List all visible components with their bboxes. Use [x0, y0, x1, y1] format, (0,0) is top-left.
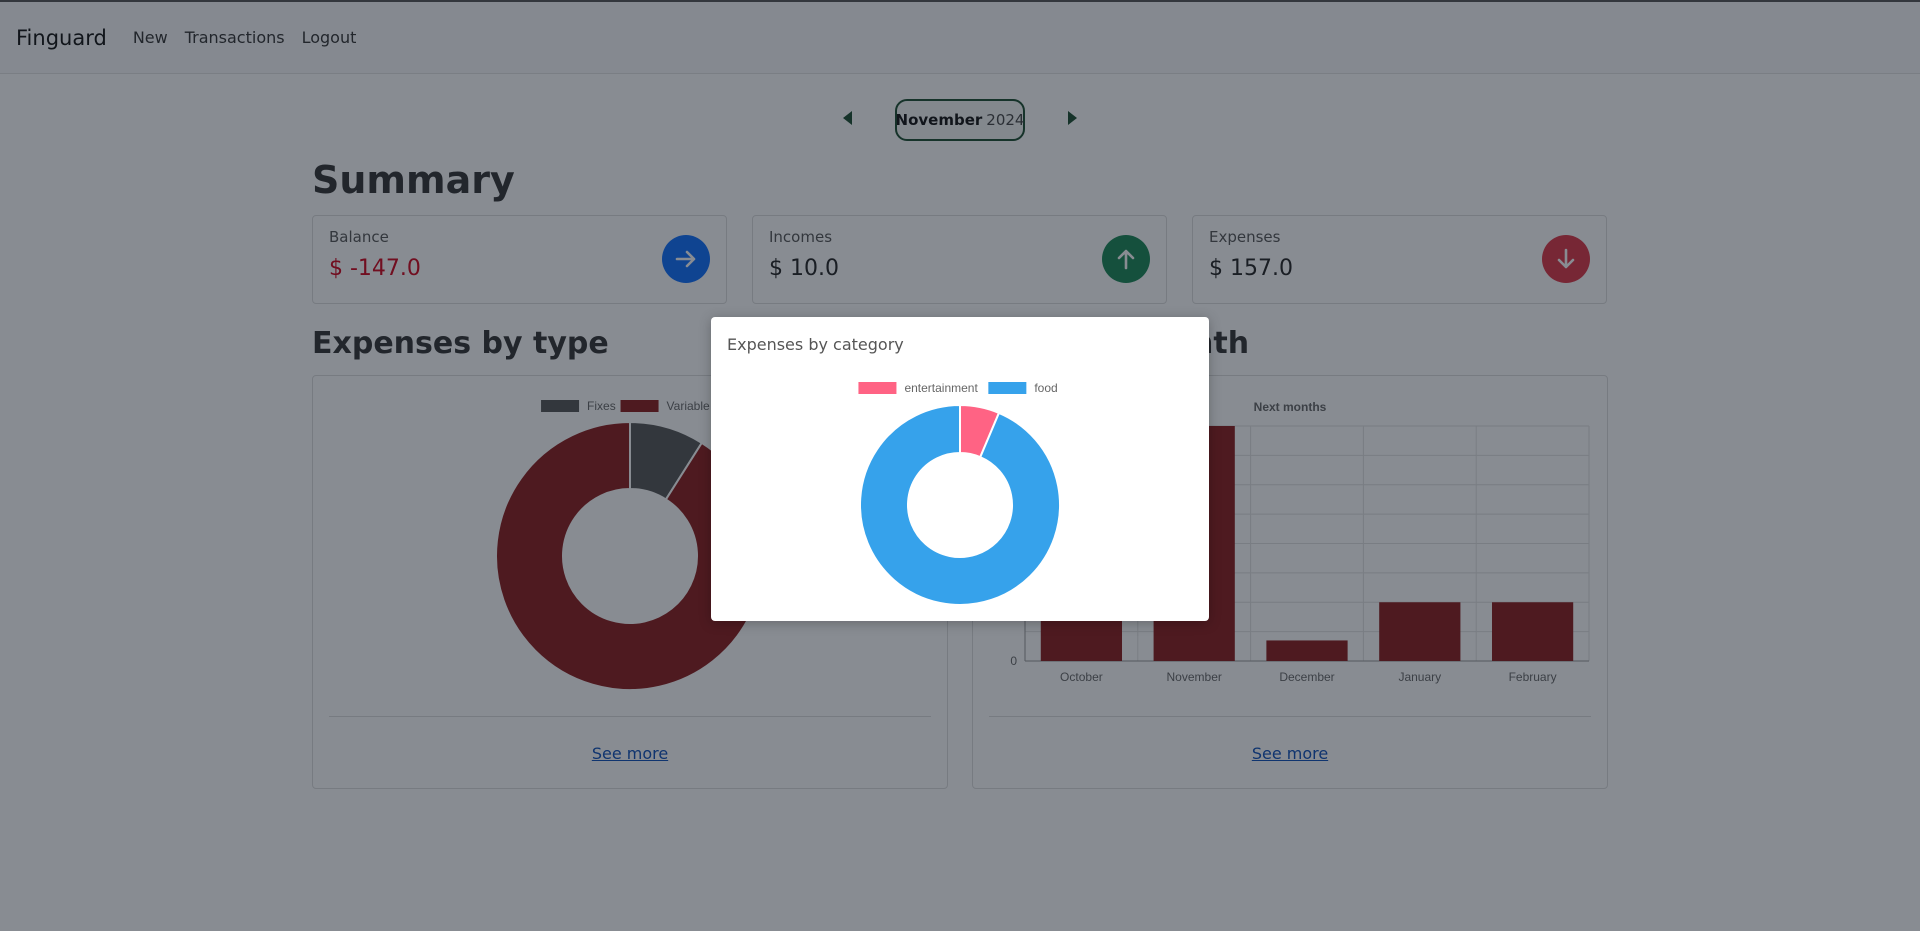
slice-food [859, 403, 1061, 606]
legend-swatch-entertainment [858, 382, 897, 394]
expenses-by-category-chart: entertainment food [858, 381, 1061, 606]
legend-swatch-food [988, 382, 1027, 394]
category-modal: Expenses by category entertainment food [711, 317, 1209, 621]
legend-label-food: food [1034, 381, 1057, 395]
legend-label-entertainment: entertainment [904, 381, 978, 395]
